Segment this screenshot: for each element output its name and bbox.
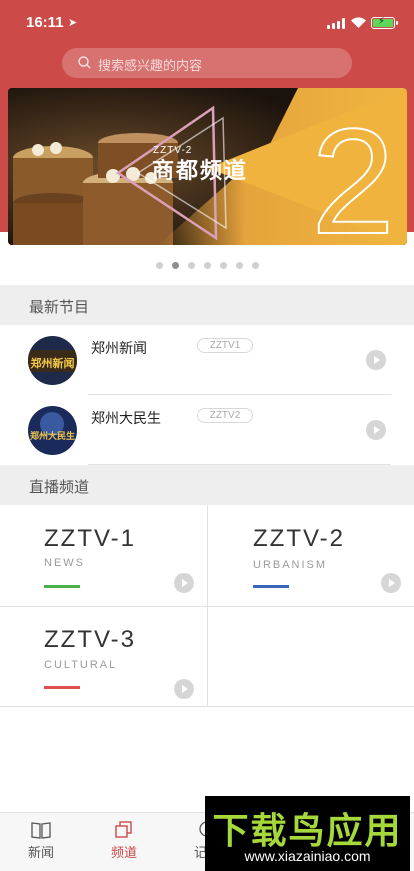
search-icon [78,56,91,69]
carousel-dot[interactable] [156,262,163,269]
live-section-title: 直播频道 [29,478,90,496]
channel-banner[interactable]: 2 ZZTV-2 商都频道 [8,88,407,245]
latest-section-header: 最新节目 [0,285,414,325]
channel-card-zztv2[interactable]: ZZTV-2 URBANISM [207,505,414,606]
channel-subtitle: CULTURAL [44,659,118,671]
play-icon[interactable] [366,350,386,370]
carousel-dot-active[interactable] [172,262,179,269]
program-name: 郑州大民生 [91,411,161,427]
latest-section-title: 最新节目 [29,298,90,316]
wifi-icon [351,17,366,28]
cellular-signal-icon [327,18,345,29]
tab-label: 频道 [110,846,137,861]
carousel-dot[interactable] [220,262,227,269]
banner-channel-code: ZZTV-2 [153,145,192,156]
channel-color-bar [44,686,80,689]
program-thumb-text: 郑州大民生 [30,430,75,442]
channel-color-bar [253,585,289,588]
tab-news[interactable]: 新闻 [11,813,71,871]
carousel-dot[interactable] [204,262,211,269]
tab-channels[interactable]: 频道 [94,813,154,871]
tab-label: 新闻 [27,846,54,861]
banner-channel-name: 商都频道 [152,158,248,184]
play-icon[interactable] [174,679,194,699]
search-input[interactable]: 搜索感兴趣的内容 [62,48,352,78]
program-thumb-text: 郑州新闻 [31,356,75,370]
book-icon [31,822,51,839]
program-item[interactable]: 郑州新闻 郑州新闻 ZZTV1 [0,325,414,395]
status-bar: 16:11 ➤ ⚡ [0,0,414,44]
battery-icon: ⚡ [371,16,398,29]
channel-subtitle: URBANISM [253,559,328,571]
program-item[interactable]: 郑州大民生 郑州大民生 ZZTV2 [0,395,414,465]
program-thumbnail: 郑州新闻 [28,336,77,385]
program-channel-tag: ZZTV2 [197,408,253,423]
channel-name: ZZTV-2 [253,525,346,552]
status-time: 16:11 [26,14,64,31]
live-section-header: 直播频道 [0,465,414,505]
carousel-dot[interactable] [236,262,243,269]
search-placeholder: 搜索感兴趣的内容 [98,59,203,74]
channel-name: ZZTV-3 [44,626,137,653]
program-thumbnail: 郑州大民生 [28,406,77,455]
channel-card-zztv1[interactable]: ZZTV-1 NEWS [0,505,207,606]
channel-color-bar [44,585,80,588]
watermark-url: www.xiazainiao.com [244,848,371,864]
channel-name: ZZTV-1 [44,525,137,552]
watermark-overlay: 下载鸟应用 www.xiazainiao.com [205,796,410,871]
watermark-title: 下载鸟应用 [212,811,403,852]
play-icon[interactable] [366,420,386,440]
carousel-dot[interactable] [252,262,259,269]
channels-icon [115,821,132,838]
carousel-dot[interactable] [188,262,195,269]
live-channel-grid: ZZTV-1 NEWS ZZTV-2 URBANISM ZZTV-3 CULTU… [0,505,414,707]
program-name: 郑州新闻 [91,341,147,357]
program-channel-tag: ZZTV1 [197,338,253,353]
location-arrow-icon: ➤ [68,16,78,29]
banner-number: 2 [311,97,394,245]
carousel-indicator [156,262,266,270]
channel-subtitle: NEWS [44,557,85,569]
play-icon[interactable] [381,573,401,593]
play-icon[interactable] [174,573,194,593]
channel-card-zztv3[interactable]: ZZTV-3 CULTURAL [0,606,207,707]
